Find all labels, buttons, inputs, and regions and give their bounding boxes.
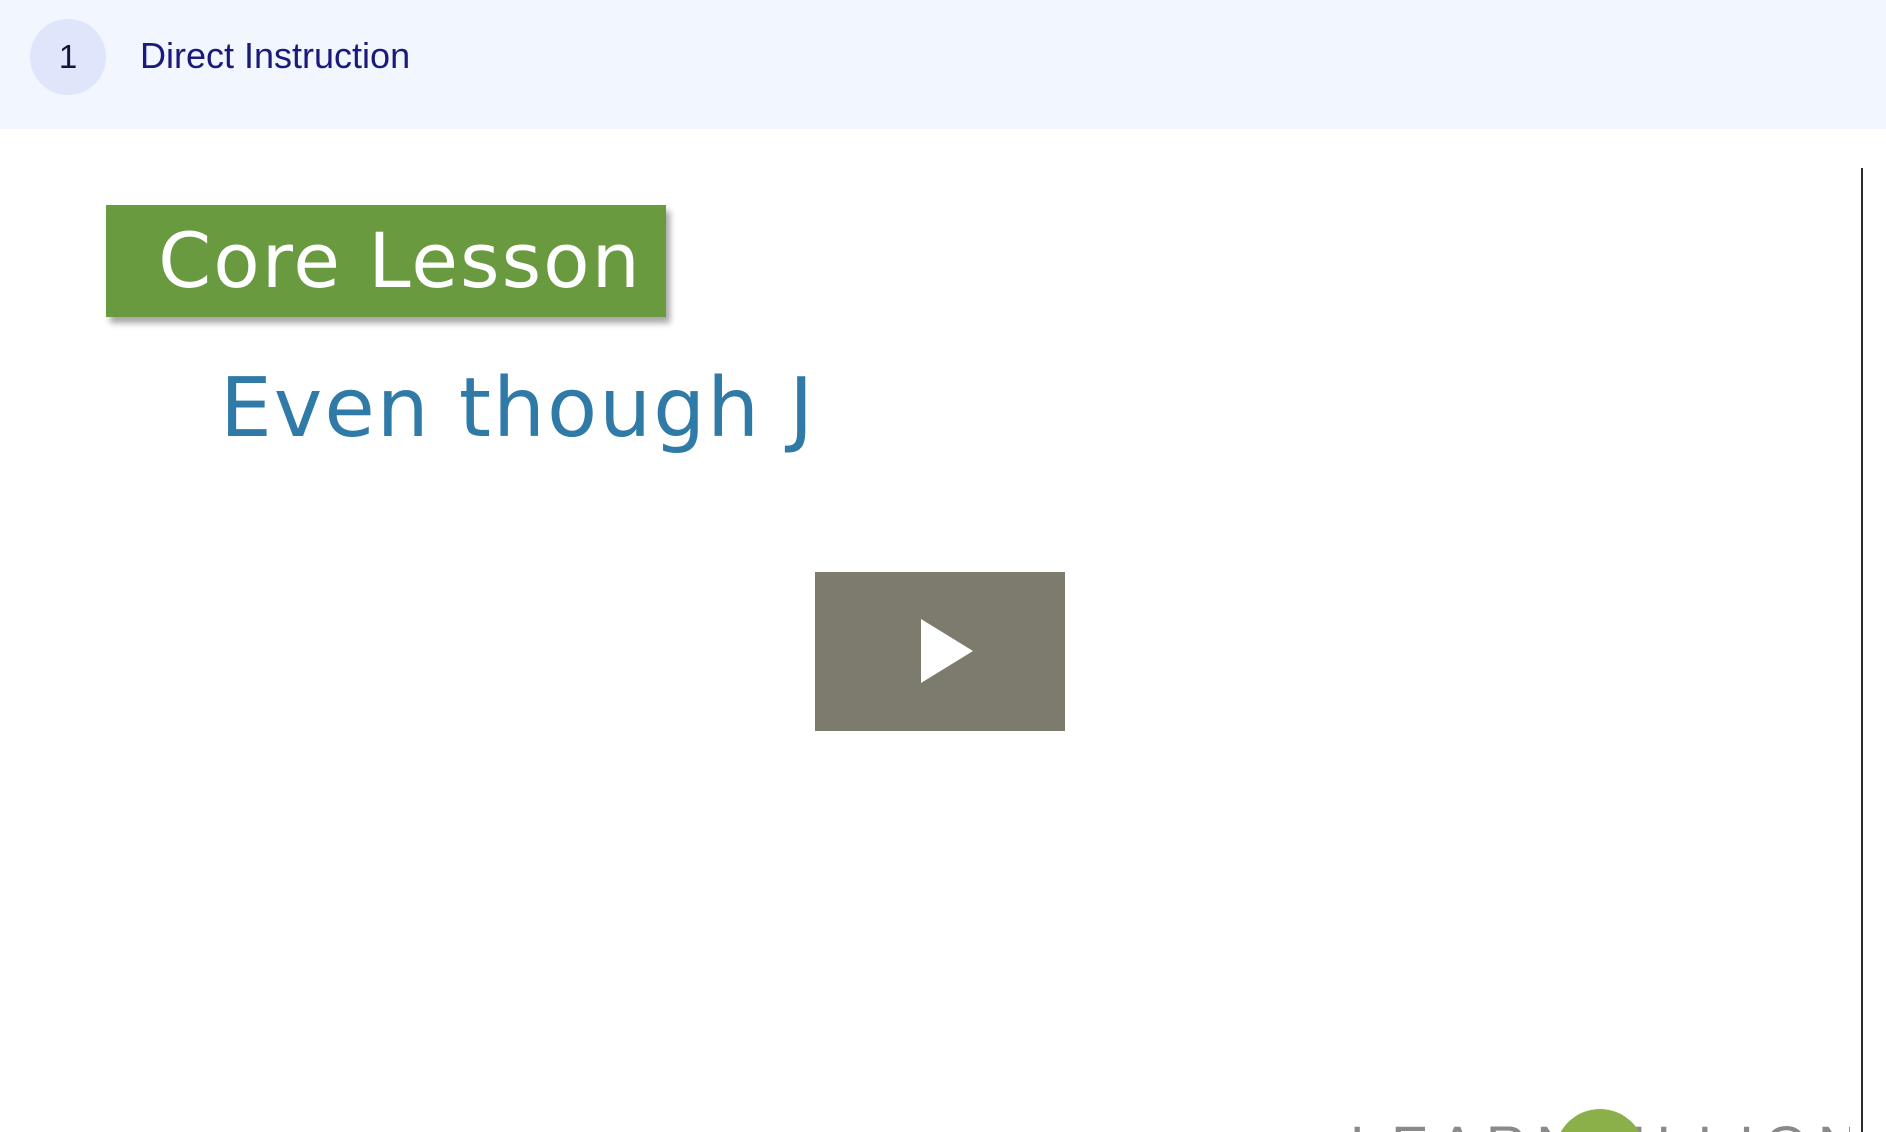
step-header: 1 Direct Instruction — [0, 0, 1886, 129]
video-player[interactable]: Core Lesson Even though J LEARNZILLION — [0, 129, 1862, 1132]
step-title: Direct Instruction — [140, 35, 411, 76]
watermark-logo: LEARNZILLION — [1350, 1089, 1850, 1132]
step-number-badge: 1 — [30, 19, 106, 95]
lesson-handwritten-text: Even though J — [220, 361, 816, 456]
play-icon — [921, 619, 973, 683]
video-frame-edge — [1861, 168, 1863, 1132]
lesson-page: 1 Direct Instruction Core Lesson Even th… — [0, 0, 1886, 1132]
core-lesson-banner: Core Lesson — [106, 205, 666, 317]
play-button[interactable] — [815, 572, 1065, 731]
core-lesson-label: Core Lesson — [158, 216, 642, 305]
